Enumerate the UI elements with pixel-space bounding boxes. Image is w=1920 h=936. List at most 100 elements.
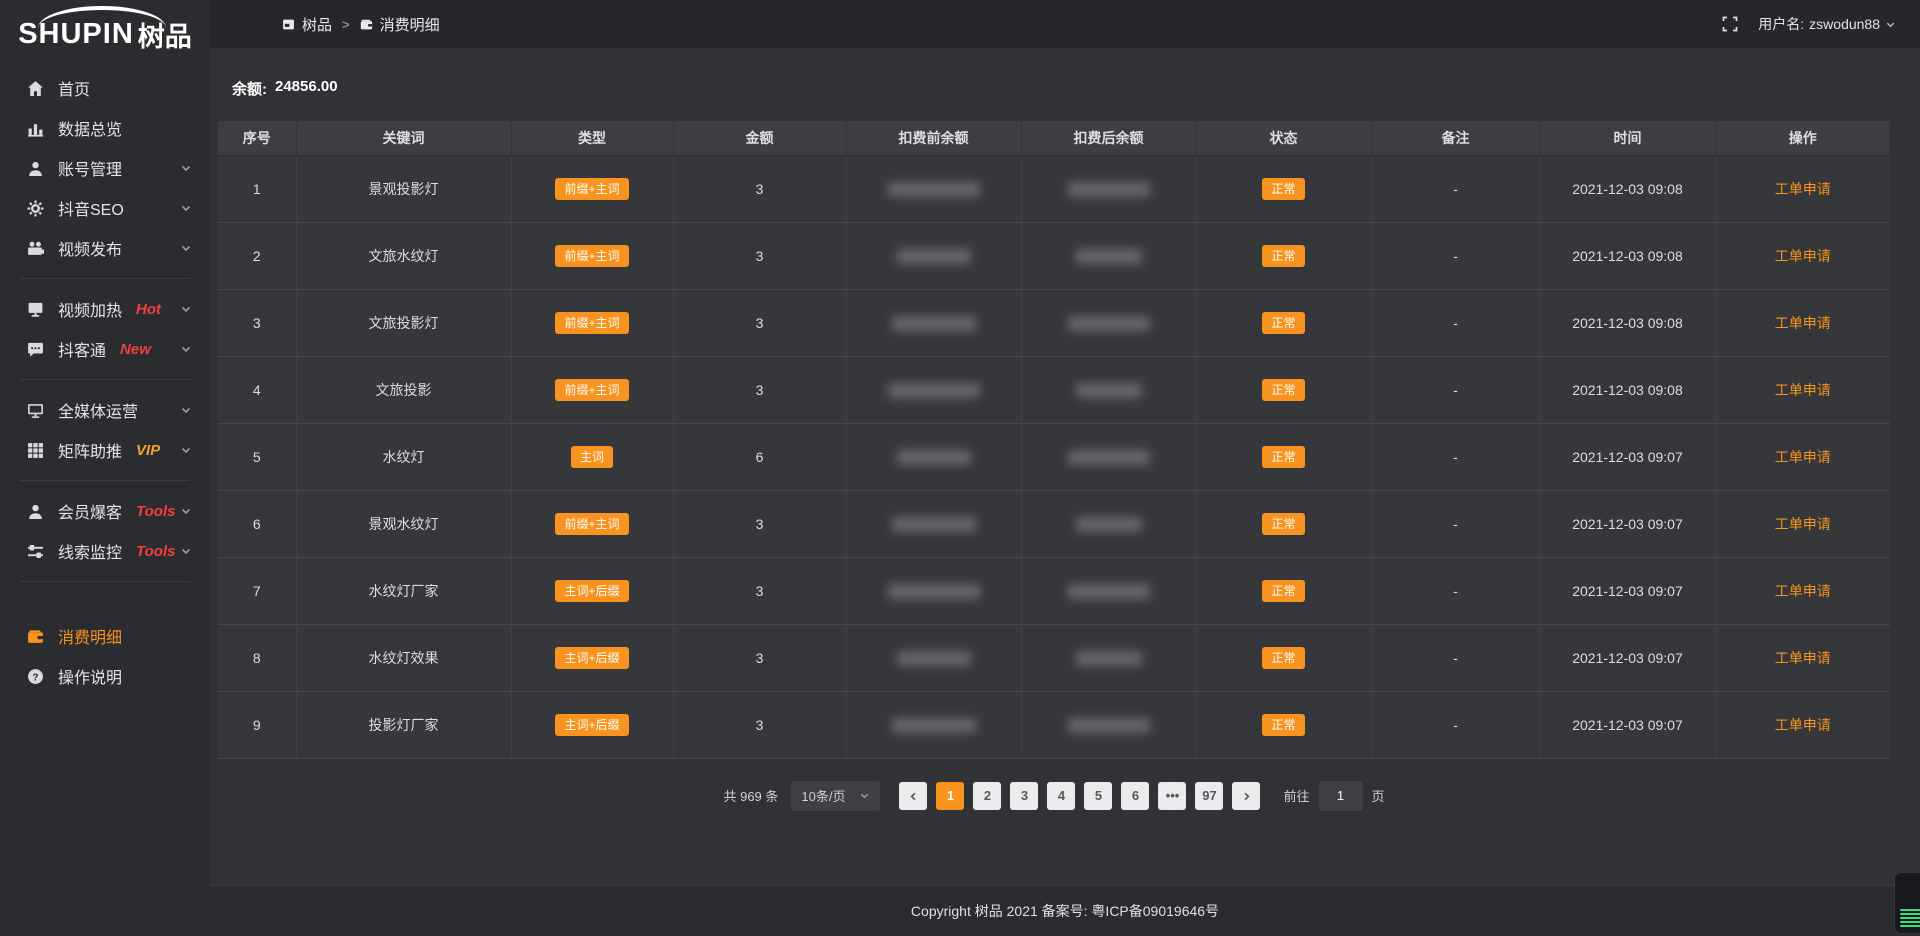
cell-amount: 3	[673, 356, 846, 423]
chevron-down-icon	[180, 303, 192, 315]
goto-label: 前往	[1283, 786, 1309, 805]
cell-balance-after	[1021, 222, 1196, 289]
column-header: 备注	[1371, 121, 1540, 155]
cell-status: 正常	[1196, 222, 1371, 289]
masked-value	[1076, 651, 1142, 666]
breadcrumb-separator: >	[342, 17, 350, 32]
sidebar-item-account-management[interactable]: 账号管理	[0, 148, 210, 188]
masked-value	[892, 316, 976, 331]
pagination-more-button[interactable]: •••	[1158, 782, 1186, 810]
table-row: 7水纹灯厂家主词+后缀3正常-2021-12-03 09:07工单申请	[218, 557, 1890, 624]
cell-balance-before	[846, 423, 1021, 490]
work-order-link[interactable]: 工单申请	[1775, 449, 1831, 465]
goto-page-input[interactable]	[1319, 781, 1363, 811]
cell-action: 工单申请	[1715, 222, 1890, 289]
camera-icon	[26, 239, 44, 257]
cell-keyword: 投影灯厂家	[296, 691, 511, 758]
work-order-link[interactable]: 工单申请	[1775, 382, 1831, 398]
sidebar-item-tag: Tools	[136, 503, 175, 520]
sidebar-item-consumption-detail[interactable]: 消费明细	[0, 616, 210, 656]
browser-extension-widget[interactable]	[1894, 872, 1920, 934]
cell-index: 7	[218, 557, 296, 624]
masked-value	[1076, 249, 1142, 264]
cell-index: 6	[218, 490, 296, 557]
cell-status: 正常	[1196, 490, 1371, 557]
sidebar-item-label: 数据总览	[58, 116, 122, 140]
page-button-1[interactable]: 1	[936, 782, 964, 810]
cell-balance-before	[846, 155, 1021, 222]
work-order-link[interactable]: 工单申请	[1775, 516, 1831, 532]
sidebar-item-member-burst[interactable]: 会员爆客Tools	[0, 491, 210, 531]
work-order-link[interactable]: 工单申请	[1775, 583, 1831, 599]
breadcrumb-item-app[interactable]: 树品	[282, 14, 332, 35]
sidebar-item-operation-guide[interactable]: ?操作说明	[0, 656, 210, 696]
cell-status: 正常	[1196, 289, 1371, 356]
sidebar-divider	[20, 581, 190, 582]
sidebar-item-douketong[interactable]: 抖客通New	[0, 329, 210, 369]
page-button-5[interactable]: 5	[1084, 782, 1112, 810]
page-button-2[interactable]: 2	[973, 782, 1001, 810]
masked-value	[1068, 316, 1150, 331]
work-order-link[interactable]: 工单申请	[1775, 650, 1831, 666]
sidebar-item-home[interactable]: 首页	[0, 68, 210, 108]
sidebar-item-video-heating[interactable]: 视频加热Hot	[0, 289, 210, 329]
masked-value	[1076, 383, 1142, 398]
cell-action: 工单申请	[1715, 356, 1890, 423]
logo-arc	[38, 6, 166, 28]
cell-remark: -	[1371, 356, 1540, 423]
next-page-button[interactable]	[1232, 782, 1260, 810]
grid-icon	[26, 441, 44, 459]
page-button-6[interactable]: 6	[1121, 782, 1149, 810]
work-order-link[interactable]: 工单申请	[1775, 248, 1831, 264]
cell-status: 正常	[1196, 423, 1371, 490]
cell-type: 前缀+主词	[511, 289, 673, 356]
cell-action: 工单申请	[1715, 490, 1890, 557]
cell-balance-after	[1021, 490, 1196, 557]
sidebar-item-label: 抖音SEO	[58, 196, 124, 220]
column-header: 时间	[1540, 121, 1715, 155]
cell-balance-after	[1021, 557, 1196, 624]
work-order-link[interactable]: 工单申请	[1775, 315, 1831, 331]
sidebar-item-tag: VIP	[136, 442, 160, 459]
cell-keyword: 景观投影灯	[296, 155, 511, 222]
sidebar-item-data-overview[interactable]: 数据总览	[0, 108, 210, 148]
user-menu[interactable]: 用户名: zswodun88	[1758, 14, 1896, 34]
sidebar-divider	[20, 278, 190, 279]
page-button-4[interactable]: 4	[1047, 782, 1075, 810]
sidebar-item-douyin-seo[interactable]: 抖音SEO	[0, 188, 210, 228]
sidebar-item-matrix-boost[interactable]: 矩阵助推VIP	[0, 430, 210, 470]
masked-value	[888, 182, 980, 197]
column-header: 类型	[511, 121, 673, 155]
work-order-link[interactable]: 工单申请	[1775, 181, 1831, 197]
cell-balance-after	[1021, 624, 1196, 691]
prev-page-button[interactable]	[899, 782, 927, 810]
cell-action: 工单申请	[1715, 423, 1890, 490]
page-size-value: 10条/页	[801, 786, 845, 805]
cell-time: 2021-12-03 09:08	[1540, 289, 1715, 356]
page-button-97[interactable]: 97	[1195, 782, 1223, 810]
breadcrumb-item-current[interactable]: 消费明细	[360, 14, 440, 35]
table-row: 2文旅水纹灯前缀+主词3正常-2021-12-03 09:08工单申请	[218, 222, 1890, 289]
sidebar-item-clue-monitor[interactable]: 线索监控Tools	[0, 531, 210, 571]
work-order-link[interactable]: 工单申请	[1775, 717, 1831, 733]
page-button-3[interactable]: 3	[1010, 782, 1038, 810]
breadcrumb-label: 树品	[302, 14, 332, 35]
cell-balance-before	[846, 356, 1021, 423]
page-size-select[interactable]: 10条/页	[791, 781, 880, 811]
chevron-down-icon	[180, 505, 192, 517]
sidebar-item-video-publish[interactable]: 视频发布	[0, 228, 210, 268]
status-badge: 正常	[1262, 379, 1304, 401]
username-value: zswodun88	[1809, 16, 1880, 32]
fullscreen-icon[interactable]	[1722, 16, 1738, 32]
sidebar-item-media-operation[interactable]: 全媒体运营	[0, 390, 210, 430]
masked-value	[1068, 584, 1150, 599]
cell-action: 工单申请	[1715, 691, 1890, 758]
masked-value	[897, 651, 971, 666]
cell-action: 工单申请	[1715, 624, 1890, 691]
chevron-down-icon	[180, 162, 192, 174]
cell-index: 9	[218, 691, 296, 758]
type-badge: 前缀+主词	[555, 312, 628, 334]
cell-time: 2021-12-03 09:07	[1540, 624, 1715, 691]
status-badge: 正常	[1262, 245, 1304, 267]
footer: Copyright 树品 2021 备案号: 粤ICP备09019646号	[210, 885, 1920, 936]
